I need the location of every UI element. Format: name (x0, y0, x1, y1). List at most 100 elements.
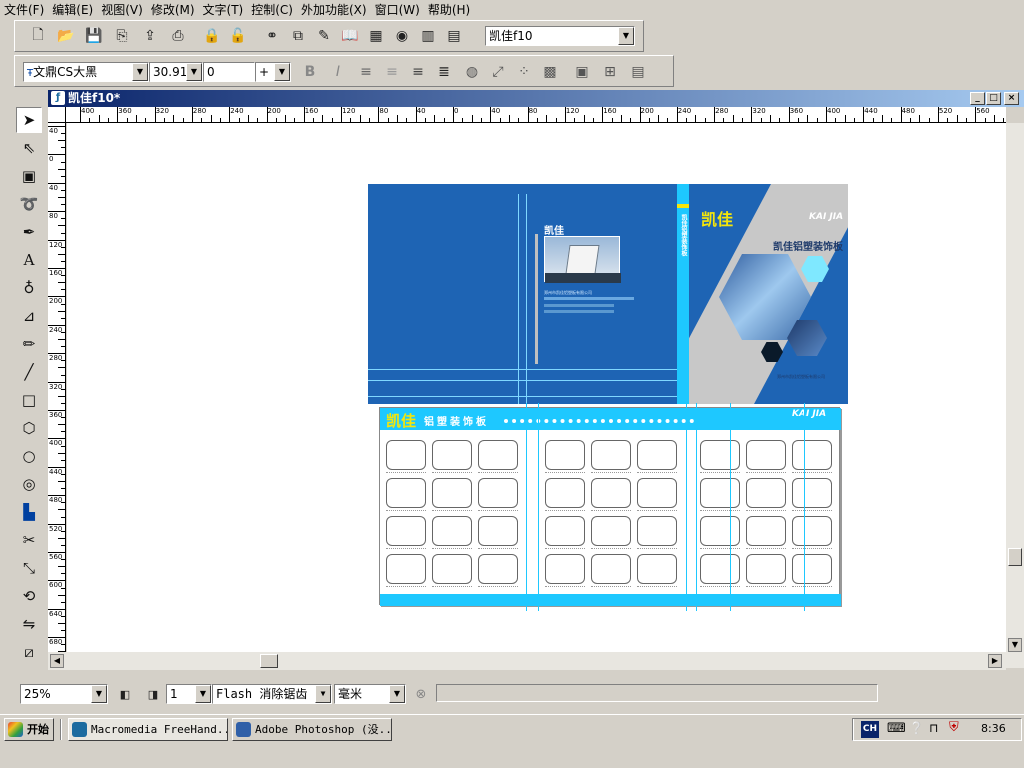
convert-outline-icon[interactable]: ▩ (539, 61, 561, 83)
cancel-render-icon[interactable]: ⊗ (410, 683, 432, 705)
library-icon[interactable]: 📖 (339, 25, 361, 47)
flow-inside-icon[interactable]: ⁘ (513, 61, 535, 83)
chevron-down-icon[interactable]: ▼ (389, 685, 405, 703)
menu-item-1[interactable]: 编辑(E) (52, 1, 101, 18)
align-icon[interactable]: ▥ (417, 25, 439, 47)
minimize-icon[interactable]: _ (970, 92, 985, 105)
text-wrap-icon[interactable]: ◍ (461, 61, 483, 83)
line-tool-icon[interactable]: ╱ (16, 359, 42, 385)
font-select[interactable]: Ŧ文鼎CS大黑 ▼ (23, 62, 149, 82)
menu-item-0[interactable]: 文件(F) (4, 1, 52, 18)
help-tray-icon[interactable]: ❔ (909, 721, 924, 735)
start-button[interactable]: 开始 (4, 718, 54, 741)
lock-icon[interactable]: 🔒 (201, 25, 223, 47)
leading-mode-select[interactable]: + ▼ (255, 62, 291, 82)
task-photoshop[interactable]: Adobe Photoshop (没... (232, 718, 392, 741)
export-icon[interactable]: ⇪ (139, 25, 161, 47)
italic-icon[interactable]: I (327, 61, 349, 83)
vertical-ruler[interactable]: 40 0 40 80 120 160 200 240 280 320 360 400 440 480 520… (48, 123, 66, 663)
bezigon-tool-icon[interactable]: ⊿ (16, 303, 42, 329)
scale-tool-icon[interactable]: ⤡ (16, 555, 42, 581)
menu-item-4[interactable]: 文字(T) (203, 1, 252, 18)
swatches-icon[interactable]: ▦ (365, 25, 387, 47)
leading-input[interactable]: 0 (203, 62, 255, 82)
rectangle-tool-icon[interactable]: □ (16, 387, 42, 413)
horizontal-scrollbar[interactable]: ◀ ▶ (48, 652, 1006, 670)
menu-item-8[interactable]: 帮助(H) (428, 1, 478, 18)
align-center-icon[interactable]: ≡ (381, 61, 403, 83)
chevron-down-icon[interactable]: ▼ (132, 63, 148, 81)
knife-tool-icon[interactable]: ✂ (16, 527, 42, 553)
chevron-down-icon[interactable]: ▼ (315, 685, 331, 703)
clock[interactable]: 8:36 (981, 722, 1006, 735)
menu-item-7[interactable]: 窗口(W) (375, 1, 428, 18)
link-icon[interactable]: ⚭ (261, 25, 283, 47)
ellipse-tool-icon[interactable]: ○ (16, 443, 42, 469)
align-left-icon[interactable]: ≡ (355, 61, 377, 83)
next-page-icon[interactable]: ◨ (142, 683, 164, 705)
chevron-down-icon[interactable]: ▼ (91, 685, 107, 703)
align-right-icon[interactable]: ≡ (407, 61, 429, 83)
chevron-down-icon[interactable]: ▼ (618, 27, 634, 45)
close-icon[interactable]: × (1004, 92, 1019, 105)
pen-tool-icon[interactable]: ♁ (16, 275, 42, 301)
columns-icon[interactable]: ▤ (627, 61, 649, 83)
bold-icon[interactable]: B (299, 61, 321, 83)
menu-item-5[interactable]: 控制(C) (251, 1, 301, 18)
lasso-tool-icon[interactable]: ➰ (16, 191, 42, 217)
text-tool-icon[interactable]: A (16, 247, 42, 273)
spiral-tool-icon[interactable]: ◎ (16, 471, 42, 497)
reflect-tool-icon[interactable]: ⇋ (16, 611, 42, 637)
page-tool-icon[interactable]: ▣ (16, 163, 42, 189)
shield-icon[interactable]: ⛨ (949, 720, 959, 735)
menu-item-2[interactable]: 视图(V) (101, 1, 151, 18)
styles-icon[interactable]: ✎ (313, 25, 335, 47)
maximize-icon[interactable]: □ (986, 92, 1001, 105)
chart-tool-icon[interactable]: ▙ (16, 499, 42, 525)
drawing-canvas[interactable]: 凯佳 郑州市凯佳铝塑板有限公司 凯佳铝塑装饰板 凯佳 KAI JIA 凯佳铝塑装… (67, 123, 1006, 652)
task-freehand[interactable]: Macromedia FreeHand... (68, 718, 228, 741)
document-titlebar[interactable]: ƒ 凯佳f10* _ □ × (48, 90, 1024, 107)
document-select[interactable]: 凯佳f10 ▼ (485, 26, 635, 46)
eyedropper-tool-icon[interactable]: ✒ (16, 219, 42, 245)
chevron-down-icon[interactable]: ▼ (195, 685, 211, 703)
spell-check-icon[interactable]: ⊞ (599, 61, 621, 83)
open-folder-icon[interactable]: 📂 (55, 25, 77, 47)
units-select[interactable]: 毫米 ▼ (334, 684, 406, 704)
polygon-tool-icon[interactable]: ⬡ (16, 415, 42, 441)
import-icon[interactable]: ⎘ (111, 25, 133, 47)
vertical-scrollbar[interactable]: ▼ (1006, 123, 1024, 668)
print-icon[interactable]: ⎙ (167, 25, 189, 47)
cover-spread[interactable]: 凯佳 郑州市凯佳铝塑板有限公司 凯佳铝塑装饰板 凯佳 KAI JIA 凯佳铝塑装… (368, 184, 848, 404)
chevron-down-icon[interactable]: ▼ (274, 63, 290, 81)
input-language-indicator[interactable]: CH (861, 721, 879, 738)
attach-path-icon[interactable]: ⤢ (487, 61, 509, 83)
pencil-tool-icon[interactable]: ✏ (16, 331, 42, 357)
justify-icon[interactable]: ≣ (433, 61, 455, 83)
keyboard-icon[interactable]: ⌨ (887, 721, 906, 736)
scroll-right-icon[interactable]: ▶ (988, 654, 1002, 668)
scroll-left-icon[interactable]: ◀ (50, 654, 64, 668)
zoom-select[interactable]: 25% ▼ (20, 684, 108, 704)
layers-icon[interactable]: ⧉ (287, 25, 309, 47)
unlock-icon[interactable]: 🔓 (227, 25, 249, 47)
save-icon[interactable]: 💾 (83, 25, 105, 47)
network-icon[interactable]: ⊓ (929, 721, 938, 735)
rotate-tool-icon[interactable]: ⟲ (16, 583, 42, 609)
scroll-down-icon[interactable]: ▼ (1008, 638, 1022, 652)
horizontal-ruler[interactable]: 400 360 320 280 240 200 160 120 80 40 0 40 80 120 160 2… (66, 107, 1006, 123)
font-size-select[interactable]: 30.91 ▼ (149, 62, 203, 82)
render-mode-select[interactable]: Flash 消除锯齿 ▼ (212, 684, 332, 704)
pointer-tool-icon[interactable]: ➤ (16, 107, 42, 133)
menu-item-6[interactable]: 外加功能(X) (301, 1, 375, 18)
menu-item-3[interactable]: 修改(M) (151, 1, 203, 18)
text-editor-icon[interactable]: ▣ (571, 61, 593, 83)
transform-icon[interactable]: ▤ (443, 25, 465, 47)
page-select[interactable]: 1 ▼ (166, 684, 212, 704)
skew-tool-icon[interactable]: ⧄ (16, 639, 42, 665)
ruler-origin[interactable] (48, 107, 66, 123)
prev-page-icon[interactable]: ◧ (114, 683, 136, 705)
inner-spread[interactable]: 凯佳 铝塑装饰板 KAI JIA (379, 403, 841, 611)
subselect-tool-icon[interactable]: ⇖ (16, 135, 42, 161)
horizontal-scroll-thumb[interactable] (260, 654, 278, 668)
